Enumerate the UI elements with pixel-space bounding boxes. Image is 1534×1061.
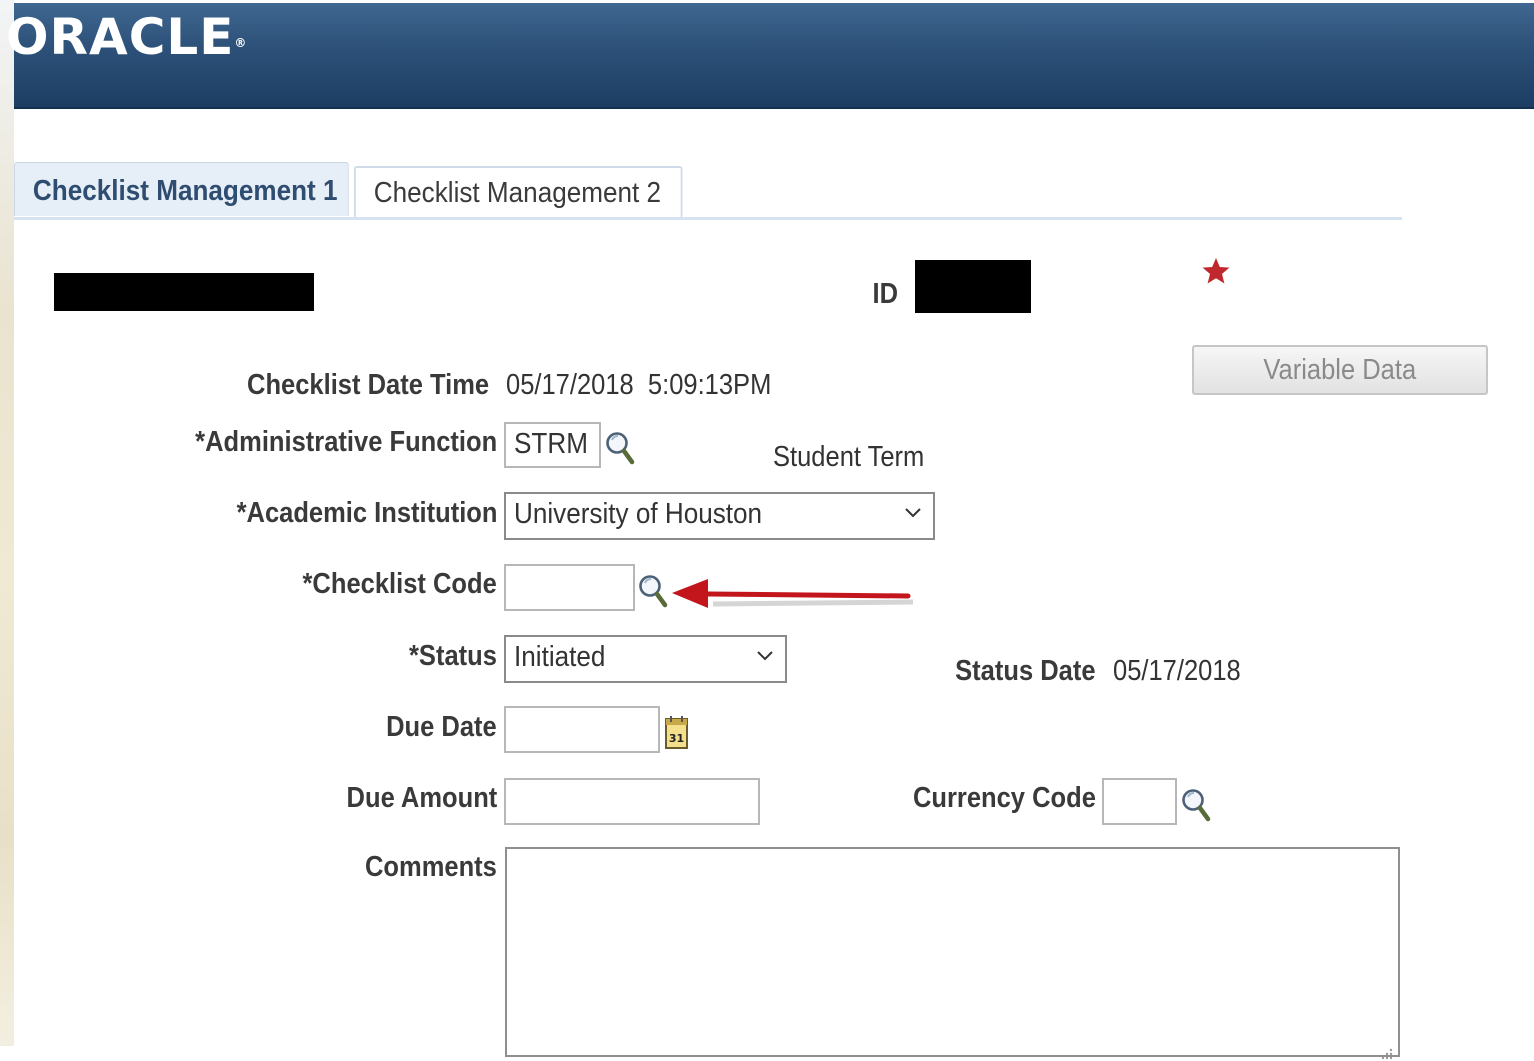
checklist-code-search-icon[interactable] (637, 573, 669, 609)
institution-select[interactable]: University of Houston (504, 492, 935, 540)
checklist-code-label: *Checklist Code (302, 568, 497, 600)
due-date-label: Due Date (386, 711, 497, 743)
app-header: ORACLE® (6, 3, 1534, 109)
variable-data-button[interactable]: Variable Data (1192, 345, 1488, 395)
institution-label: *Academic Institution (236, 497, 497, 529)
checklist-code-input[interactable] (504, 564, 635, 611)
status-label: *Status (409, 640, 497, 672)
currency-code-label: Currency Code (913, 782, 1096, 814)
chevron-down-icon (757, 651, 773, 661)
checklist-datetime-value: 05/17/2018 5:09:13PM (506, 369, 772, 401)
calendar-day-text: 31 (669, 732, 684, 745)
status-date-label: Status Date (955, 655, 1096, 687)
chevron-down-icon (905, 508, 921, 518)
id-label: ID (872, 278, 898, 310)
comments-textarea[interactable] (505, 847, 1400, 1060)
calendar-icon[interactable]: 31 (663, 713, 691, 751)
annotation-arrow-icon (672, 579, 914, 608)
admin-function-search-icon[interactable] (604, 430, 636, 466)
status-date-value: 05/17/2018 (1113, 655, 1241, 687)
due-amount-input[interactable] (504, 778, 760, 825)
tab-checklist-management-2[interactable]: Checklist Management 2 (354, 166, 683, 217)
checklist-datetime-label: Checklist Date Time (246, 369, 489, 401)
oracle-logo: ORACLE® (6, 8, 248, 66)
redacted-name (54, 273, 314, 311)
currency-code-search-icon[interactable] (1180, 787, 1212, 823)
resize-handle-icon[interactable] (1378, 1045, 1394, 1061)
admin-function-label: *Administrative Function (194, 426, 497, 458)
admin-function-description: Student Term (773, 441, 925, 473)
background-strip (0, 0, 14, 1046)
comments-label: Comments (365, 851, 497, 883)
admin-function-input[interactable]: STRM (504, 422, 601, 468)
redacted-id (915, 260, 1031, 313)
tab-checklist-management-1[interactable]: Checklist Management 1 (14, 162, 349, 216)
currency-code-input[interactable] (1102, 778, 1177, 825)
status-select[interactable]: Initiated (504, 635, 787, 683)
due-amount-label: Due Amount (346, 782, 497, 814)
tab-bar: Checklist Management 1 Checklist Managem… (14, 162, 1404, 220)
due-date-input[interactable] (504, 706, 660, 753)
tab-underline (14, 217, 1402, 220)
favorite-star-icon[interactable] (1201, 256, 1231, 286)
